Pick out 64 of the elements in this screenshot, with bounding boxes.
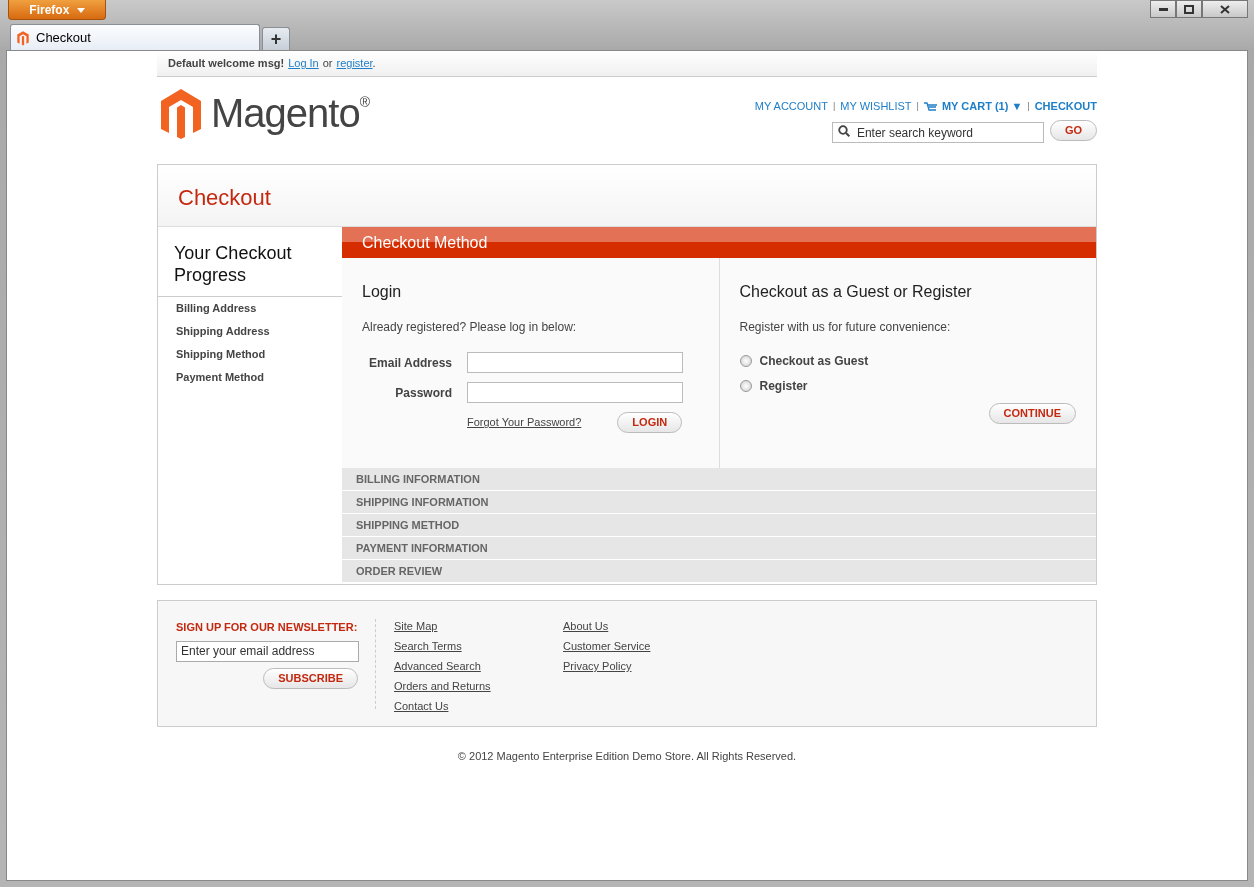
step-header[interactable]: ORDER REVIEW <box>342 560 1096 583</box>
field-label: Email Address <box>368 354 453 372</box>
footer-link[interactable]: Orders and Returns <box>394 679 491 694</box>
section-title: Checkout as a Guest or Register <box>739 282 973 302</box>
search-field[interactable]: Enter search keyword <box>831 122 1044 143</box>
minimize-icon <box>1158 7 1168 11</box>
minimize-button[interactable] <box>1150 0 1176 18</box>
input-field[interactable] <box>467 352 683 373</box>
continue-button[interactable]: CONTINUE <box>988 403 1076 424</box>
footer-link[interactable]: Search Terms <box>394 639 462 654</box>
footer-link[interactable]: About Us <box>563 619 609 634</box>
cart-icon <box>923 101 938 113</box>
copyright-text: © 2012 Magento Enterprise Edition Demo Store. All Rights Reserved. <box>456 749 798 764</box>
separator: | <box>916 99 919 113</box>
progress-item: Billing Address <box>175 301 258 317</box>
cart-link[interactable]: MY CART (1) ▼ <box>923 98 1023 115</box>
step-header[interactable]: SHIPPING METHOD <box>342 514 1096 537</box>
radio-button[interactable] <box>739 380 752 392</box>
progress-item: Payment Method <box>175 370 265 386</box>
footer-link[interactable]: Contact Us <box>394 699 449 714</box>
step-header[interactable]: Checkout Method <box>342 227 1096 258</box>
caret-icon <box>76 7 85 13</box>
header-link[interactable]: MY WISHLIST <box>840 98 912 115</box>
progress-item: Shipping Method <box>175 347 267 363</box>
intro-text: Register with us for future convenience: <box>739 319 952 336</box>
header-link[interactable]: CHECKOUT <box>1034 98 1097 115</box>
footer-link[interactable]: Site Map <box>394 619 438 634</box>
login-link[interactable]: Log In <box>288 55 319 72</box>
maximize-button[interactable] <box>1176 0 1202 18</box>
footer-link[interactable]: Privacy Policy <box>563 659 632 674</box>
or-text: or <box>322 56 333 72</box>
radio-option[interactable]: Register <box>739 377 808 395</box>
go-button[interactable]: GO <box>1049 119 1097 141</box>
radio-option[interactable]: Checkout as Guest <box>739 352 869 370</box>
email-field[interactable]: Enter your email address <box>176 640 359 662</box>
login-button[interactable]: LOGIN <box>617 412 683 433</box>
intro-text: Already registered? Please log in below: <box>362 319 578 336</box>
separator: | <box>832 99 836 113</box>
browser-tab[interactable]: Checkout <box>10 24 260 50</box>
firefox-menu-button[interactable]: Firefox <box>8 0 106 20</box>
header-link[interactable]: MY ACCOUNT <box>754 98 828 115</box>
register-text: register. <box>336 56 376 72</box>
field-label: Password <box>394 384 453 402</box>
logo-text: Magento$^{®}$ <box>211 93 369 133</box>
newsletter-title: SIGN UP FOR OUR NEWSLETTER: <box>176 620 358 635</box>
welcome-text: Default welcome msg! <box>168 56 285 72</box>
close-button[interactable] <box>1202 0 1248 18</box>
footer-link[interactable]: Advanced Search <box>394 659 481 674</box>
forgot-password-link[interactable]: Forgot Your Password? <box>467 414 582 431</box>
input-field[interactable] <box>467 382 683 403</box>
separator: | <box>1027 99 1030 113</box>
footer-link[interactable]: Customer Service <box>563 639 651 654</box>
radio-button[interactable] <box>739 355 752 367</box>
step-header[interactable]: SHIPPING INFORMATION <box>342 491 1096 514</box>
section-title: Login <box>362 282 403 302</box>
close-icon <box>1220 4 1230 14</box>
step-header[interactable]: BILLING INFORMATION <box>342 468 1096 491</box>
new-tab-button[interactable]: + <box>262 27 290 50</box>
step-header[interactable]: PAYMENT INFORMATION <box>342 537 1096 560</box>
progress-item: Shipping Address <box>175 324 271 340</box>
maximize-icon <box>1184 4 1194 14</box>
subscribe-button[interactable]: SUBSCRIBE <box>263 667 358 689</box>
register-link[interactable]: register <box>336 57 373 70</box>
logo-icon <box>16 29 30 46</box>
